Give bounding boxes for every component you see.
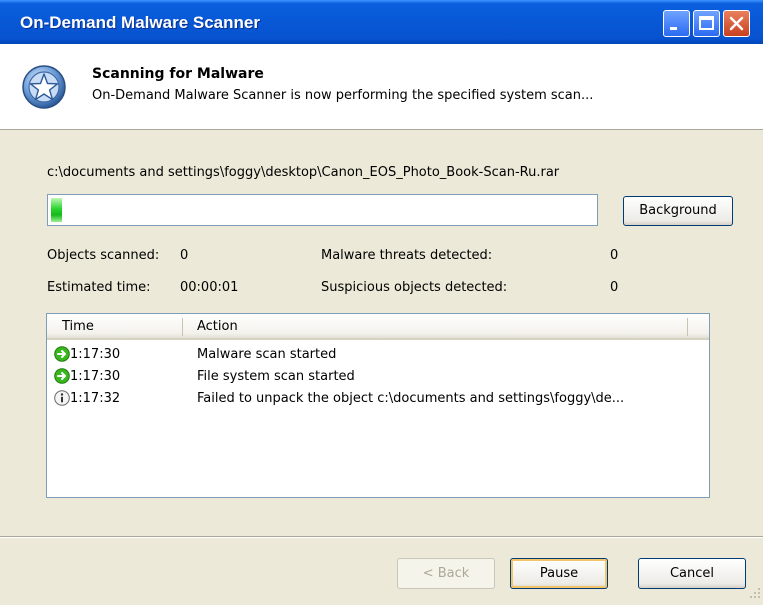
- column-divider[interactable]: [182, 318, 183, 336]
- column-header-action[interactable]: Action: [197, 319, 238, 334]
- log-time: 1:17:30: [70, 347, 121, 362]
- list-header: Time Action: [47, 314, 709, 340]
- objects-scanned-label: Objects scanned:: [47, 248, 160, 263]
- estimated-time-label: Estimated time:: [47, 280, 151, 295]
- threats-label: Malware threats detected:: [321, 248, 493, 263]
- back-button[interactable]: < Back: [397, 558, 495, 589]
- threats-value: 0: [610, 248, 619, 263]
- list-item[interactable]: 1:17:32 Failed to unpack the object c:\d…: [47, 388, 709, 410]
- title-bar[interactable]: On-Demand Malware Scanner: [0, 0, 763, 44]
- green-arrow-icon: [54, 346, 70, 366]
- scanner-window: On-Demand Malware Scanner Scanning for M…: [0, 0, 763, 605]
- log-action: Failed to unpack the object c:\documents…: [197, 391, 625, 406]
- wizard-header: Scanning for Malware On-Demand Malware S…: [0, 44, 763, 130]
- objects-scanned-value: 0: [180, 248, 189, 263]
- maximize-icon[interactable]: [693, 10, 720, 37]
- pause-button[interactable]: Pause: [510, 558, 608, 589]
- minimize-icon[interactable]: [663, 10, 690, 37]
- cancel-button[interactable]: Cancel: [638, 558, 746, 589]
- list-item[interactable]: 1:17:30 File system scan started: [47, 366, 709, 388]
- close-icon[interactable]: [723, 10, 750, 37]
- log-action: Malware scan started: [197, 347, 337, 362]
- footer-divider: [0, 536, 763, 538]
- column-header-time[interactable]: Time: [62, 319, 94, 334]
- scan-log-list[interactable]: Time Action 1:17:30 Malware scan started…: [46, 313, 710, 498]
- header-title: Scanning for Malware: [92, 66, 264, 82]
- list-item[interactable]: 1:17:30 Malware scan started: [47, 344, 709, 366]
- column-divider[interactable]: [687, 318, 688, 336]
- progress-fill: [51, 198, 62, 222]
- log-action: File system scan started: [197, 369, 355, 384]
- green-arrow-icon: [54, 368, 70, 388]
- info-icon: [54, 390, 70, 410]
- suspicious-value: 0: [610, 280, 619, 295]
- estimated-time-value: 00:00:01: [180, 280, 239, 295]
- current-file-path: c:\documents and settings\foggy\desktop\…: [47, 165, 560, 180]
- suspicious-label: Suspicious objects detected:: [321, 280, 508, 295]
- header-subtitle: On-Demand Malware Scanner is now perform…: [92, 88, 594, 103]
- shield-star-icon: [21, 64, 67, 114]
- window-title: On-Demand Malware Scanner: [20, 13, 260, 32]
- scan-progress-bar: [47, 194, 598, 226]
- log-time: 1:17:30: [70, 369, 121, 384]
- background-button[interactable]: Background: [623, 196, 733, 226]
- log-time: 1:17:32: [70, 391, 121, 406]
- resize-grip-icon[interactable]: [749, 587, 761, 603]
